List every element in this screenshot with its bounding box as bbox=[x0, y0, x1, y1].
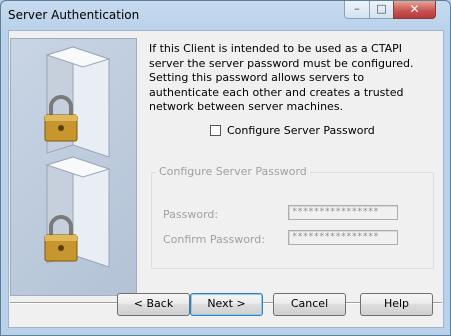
maximize-icon: □ bbox=[376, 2, 387, 15]
side-illustration bbox=[10, 38, 137, 296]
confirm-password-label: Confirm Password: bbox=[163, 233, 265, 246]
minimize-button[interactable]: – bbox=[344, 1, 370, 19]
intro-text: If this Client is intended to be used as… bbox=[149, 42, 414, 113]
maximize-button[interactable]: □ bbox=[369, 1, 394, 19]
password-field[interactable]: **************** bbox=[288, 205, 398, 220]
dialog-body: If this Client is intended to be used as… bbox=[8, 30, 444, 328]
configure-password-checkbox[interactable] bbox=[210, 125, 221, 136]
back-button[interactable]: < Back bbox=[117, 293, 190, 316]
password-label: Password: bbox=[163, 208, 219, 221]
password-groupbox: Configure Server Password Password: ****… bbox=[151, 165, 434, 269]
window-title: Server Authentication bbox=[8, 8, 140, 22]
cancel-button[interactable]: Cancel bbox=[273, 293, 346, 316]
minimize-icon: – bbox=[354, 2, 360, 15]
confirm-password-field[interactable]: **************** bbox=[288, 230, 398, 245]
close-icon: ✕ bbox=[409, 2, 420, 16]
help-button[interactable]: Help bbox=[360, 293, 433, 316]
groupbox-legend: Configure Server Password bbox=[156, 165, 310, 178]
server-lock-icon bbox=[44, 46, 111, 158]
next-button[interactable]: Next > bbox=[190, 293, 263, 316]
close-button[interactable]: ✕ bbox=[393, 1, 436, 19]
dialog-window: Server Authentication – □ ✕ If this Clie… bbox=[0, 0, 451, 336]
configure-password-label[interactable]: Configure Server Password bbox=[227, 124, 375, 137]
server-lock-icon bbox=[44, 156, 111, 268]
